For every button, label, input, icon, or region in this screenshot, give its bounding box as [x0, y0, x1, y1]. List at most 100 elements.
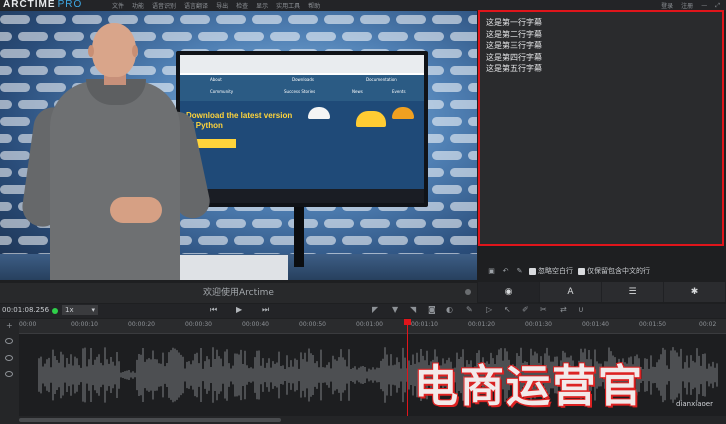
eye-icon[interactable] — [5, 355, 13, 361]
wall-brick — [216, 15, 246, 24]
ignore-empty-option[interactable]: 忽略空白行 — [529, 266, 573, 276]
wall-brick — [432, 83, 462, 92]
split-icon[interactable]: ◐ — [446, 305, 453, 314]
skip-forward-icon[interactable]: ⏭ — [262, 305, 269, 315]
wall-brick — [0, 32, 12, 41]
wall-brick — [36, 49, 66, 58]
wall-brick — [54, 32, 84, 41]
undo-icon[interactable]: ↶ — [501, 267, 510, 276]
play-icon[interactable]: ▶ — [236, 305, 242, 314]
menu-help[interactable]: 帮助 — [308, 1, 320, 10]
save-icon[interactable]: ▣ — [487, 267, 496, 276]
eye-icon[interactable] — [5, 371, 13, 377]
wall-brick — [360, 15, 390, 24]
wall-brick — [450, 66, 477, 75]
pen-icon[interactable]: ✎ — [466, 305, 473, 314]
register-link[interactable]: 注册 — [681, 1, 693, 10]
speech-bubble-icon[interactable]: ◉ — [478, 282, 540, 302]
wall-brick — [162, 32, 192, 41]
time-ruler[interactable]: 00:00 00:00:10 00:00:20 00:00:30 00:00:4… — [19, 319, 726, 334]
wall-brick — [54, 66, 84, 75]
subtitle-editor[interactable]: 这是第一行字幕 这是第二行字幕 这是第三行字幕 这是第四行字幕 这是第五行字幕 — [478, 10, 724, 246]
menu-check[interactable]: 检查 — [236, 1, 248, 10]
marker-icon[interactable]: ◥ — [410, 305, 416, 314]
maximize-icon[interactable]: ⤢ — [715, 2, 720, 10]
download-headline: Download the latest version of Python — [186, 111, 293, 130]
wall-brick — [450, 168, 477, 177]
wall-brick — [414, 32, 444, 41]
menu-function[interactable]: 功能 — [132, 1, 144, 10]
menu-file[interactable]: 文件 — [112, 1, 124, 10]
play-region-icon[interactable]: ▷ — [486, 305, 492, 314]
wall-brick — [468, 185, 477, 194]
keep-chinese-checkbox[interactable] — [578, 267, 585, 275]
welcome-bar: 欢迎使用Arctime — [0, 283, 477, 303]
menu-speech-recognition[interactable]: 语音识别 — [152, 1, 176, 10]
brush-icon[interactable]: ✐ — [522, 305, 529, 314]
playhead-handle[interactable] — [404, 319, 411, 325]
wall-brick — [306, 236, 336, 245]
wall-brick — [432, 185, 462, 194]
cut-icon[interactable]: ✂ — [540, 305, 547, 314]
current-timecode: 00:01:08.256 — [2, 306, 50, 314]
menu-export[interactable]: 导出 — [216, 1, 228, 10]
menu-translation[interactable]: 语言翻译 — [184, 1, 208, 10]
skip-back-icon[interactable]: ⏮ — [210, 305, 217, 315]
font-icon[interactable]: A — [540, 282, 602, 302]
playhead[interactable] — [407, 319, 408, 417]
wall-brick — [0, 151, 30, 160]
wall-brick — [0, 219, 30, 228]
menu-tools[interactable]: 实用工具 — [276, 1, 300, 10]
wall-brick — [432, 151, 462, 160]
wall-brick — [144, 15, 174, 24]
video-preview[interactable]: About Downloads Documentation Community … — [0, 11, 477, 280]
wall-brick — [18, 66, 48, 75]
menu-display[interactable]: 显示 — [256, 1, 268, 10]
wall-brick — [0, 117, 30, 126]
login-link[interactable]: 登录 — [661, 1, 673, 10]
wall-brick — [468, 151, 477, 160]
wall-brick — [432, 117, 462, 126]
wall-brick — [450, 32, 477, 41]
wall-brick — [0, 49, 30, 58]
python-download-banner: Download the latest version of Python — [180, 101, 424, 189]
camera-icon[interactable]: ◙ — [428, 305, 436, 314]
wall-brick — [18, 236, 48, 245]
edit-icon[interactable]: ✎ — [515, 267, 524, 276]
scrollbar-thumb[interactable] — [19, 418, 281, 422]
wall-brick — [198, 32, 228, 41]
wall-brick — [36, 83, 66, 92]
magnet-icon[interactable]: ∪ — [578, 305, 584, 314]
monitor-image: About Downloads Documentation Community … — [176, 51, 428, 207]
list-icon[interactable]: ☰ — [602, 282, 664, 302]
wall-brick — [360, 219, 390, 228]
marker-in-icon[interactable]: ◤ — [372, 305, 378, 314]
wall-brick — [342, 32, 372, 41]
wall-brick — [0, 15, 30, 24]
wall-brick — [0, 134, 12, 143]
wall-brick — [432, 219, 462, 228]
wall-brick — [144, 49, 174, 58]
wall-brick — [378, 236, 408, 245]
wall-brick — [180, 219, 210, 228]
watermark-subtext: dianxiaoer — [676, 400, 713, 408]
keep-chinese-option[interactable]: 仅保留包含中文的行 — [578, 266, 650, 276]
marker-out-icon[interactable]: ▼ — [392, 305, 398, 314]
add-track-icon[interactable]: + — [6, 321, 13, 330]
speed-select[interactable]: 1x ▾ — [62, 305, 98, 315]
wall-brick — [0, 168, 12, 177]
timeline-scrollbar[interactable] — [19, 416, 726, 424]
ignore-empty-checkbox[interactable] — [529, 267, 536, 275]
monitor-screen: About Downloads Documentation Community … — [180, 55, 424, 203]
eye-icon[interactable] — [5, 338, 13, 344]
swap-icon[interactable]: ⇄ — [560, 305, 567, 314]
minimize-icon[interactable]: — — [701, 2, 707, 9]
wall-brick — [0, 100, 12, 109]
cursor-icon[interactable]: ↖ — [504, 305, 511, 314]
subtitle-line: 这是第四行字幕 — [486, 52, 542, 62]
watermark-text: 电商运营官 — [414, 361, 644, 412]
gear-icon[interactable]: ✱ — [664, 282, 726, 302]
wall-brick — [234, 32, 264, 41]
track-header: + — [0, 319, 19, 424]
transport-bar: 00:01:08.256 1x ▾ ⏮ ▶ ⏭ ◤ ▼ ◥ ◙ ◐ ✎ ▷ ↖ ✐… — [0, 304, 726, 318]
